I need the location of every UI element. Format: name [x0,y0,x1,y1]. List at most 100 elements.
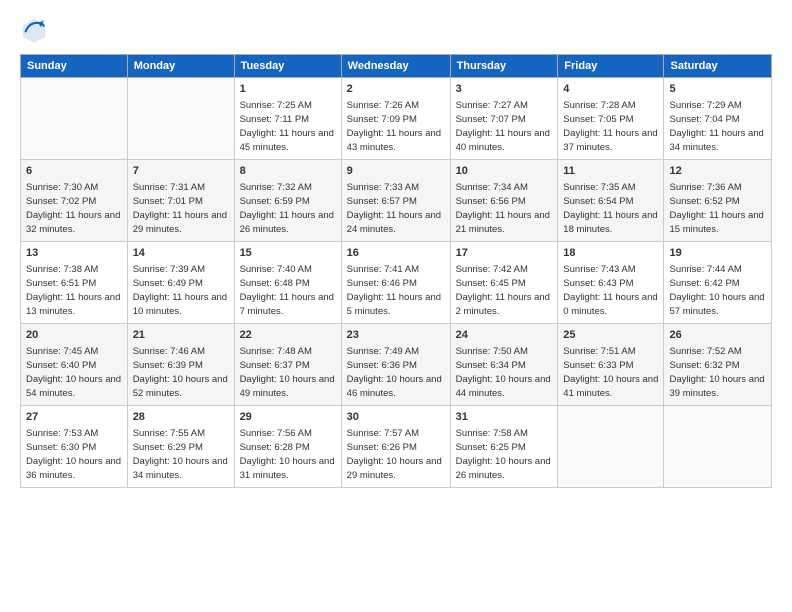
header [20,16,772,44]
calendar-cell: 21 Sunrise: 7:46 AM Sunset: 6:39 PM Dayli… [127,324,234,406]
calendar-cell: 13 Sunrise: 7:38 AM Sunset: 6:51 PM Dayli… [21,242,128,324]
day-number: 25 [563,328,658,343]
logo-icon [20,16,48,44]
day-info: Sunrise: 7:51 AM Sunset: 6:33 PM Dayligh… [563,345,658,400]
day-info: Sunrise: 7:49 AM Sunset: 6:36 PM Dayligh… [347,345,445,400]
calendar-cell [558,406,664,488]
calendar-cell: 5 Sunrise: 7:29 AM Sunset: 7:04 PM Daylig… [664,78,772,160]
calendar-cell: 15 Sunrise: 7:40 AM Sunset: 6:48 PM Dayli… [234,242,341,324]
week-row-3: 20 Sunrise: 7:45 AM Sunset: 6:40 PM Dayli… [21,324,772,406]
day-info: Sunrise: 7:33 AM Sunset: 6:57 PM Dayligh… [347,181,445,236]
calendar-cell: 30Sunrise: 7:57 AM Sunset: 6:26 PM Dayli… [341,406,450,488]
day-info: Sunrise: 7:43 AM Sunset: 6:43 PM Dayligh… [563,263,658,318]
day-number: 5 [669,82,766,97]
page: SundayMondayTuesdayWednesdayThursdayFrid… [0,0,792,500]
day-info: Sunrise: 7:35 AM Sunset: 6:54 PM Dayligh… [563,181,658,236]
calendar-cell: 17Sunrise: 7:42 AM Sunset: 6:45 PM Dayli… [450,242,558,324]
day-info: Sunrise: 7:29 AM Sunset: 7:04 PM Dayligh… [669,99,766,154]
day-number: 12 [669,164,766,179]
calendar-cell: 11 Sunrise: 7:35 AM Sunset: 6:54 PM Dayli… [558,160,664,242]
calendar-cell: 25 Sunrise: 7:51 AM Sunset: 6:33 PM Dayli… [558,324,664,406]
day-number: 31 [456,410,553,425]
day-number: 29 [240,410,336,425]
calendar-cell: 4 Sunrise: 7:28 AM Sunset: 7:05 PM Daylig… [558,78,664,160]
calendar-cell: 1Sunrise: 7:25 AM Sunset: 7:11 PM Daylig… [234,78,341,160]
day-number: 15 [240,246,336,261]
week-row-2: 13 Sunrise: 7:38 AM Sunset: 6:51 PM Dayli… [21,242,772,324]
day-info: Sunrise: 7:34 AM Sunset: 6:56 PM Dayligh… [456,181,553,236]
calendar-cell: 19 Sunrise: 7:44 AM Sunset: 6:42 PM Dayli… [664,242,772,324]
day-info: Sunrise: 7:41 AM Sunset: 6:46 PM Dayligh… [347,263,445,318]
day-header-friday: Friday [558,55,664,78]
day-info: Sunrise: 7:26 AM Sunset: 7:09 PM Dayligh… [347,99,445,154]
day-number: 18 [563,246,658,261]
day-number: 23 [347,328,445,343]
day-number: 13 [26,246,122,261]
day-info: Sunrise: 7:38 AM Sunset: 6:51 PM Dayligh… [26,263,122,318]
calendar-cell: 9Sunrise: 7:33 AM Sunset: 6:57 PM Daylig… [341,160,450,242]
calendar-cell: 27 Sunrise: 7:53 AM Sunset: 6:30 PM Dayli… [21,406,128,488]
day-info: Sunrise: 7:40 AM Sunset: 6:48 PM Dayligh… [240,263,336,318]
day-info: Sunrise: 7:32 AM Sunset: 6:59 PM Dayligh… [240,181,336,236]
day-info: Sunrise: 7:55 AM Sunset: 6:29 PM Dayligh… [133,427,229,482]
day-number: 10 [456,164,553,179]
day-header-wednesday: Wednesday [341,55,450,78]
day-info: Sunrise: 7:52 AM Sunset: 6:32 PM Dayligh… [669,345,766,400]
calendar-cell: 24 Sunrise: 7:50 AM Sunset: 6:34 PM Dayli… [450,324,558,406]
day-info: Sunrise: 7:28 AM Sunset: 7:05 PM Dayligh… [563,99,658,154]
day-number: 19 [669,246,766,261]
calendar-cell [664,406,772,488]
day-number: 24 [456,328,553,343]
day-info: Sunrise: 7:56 AM Sunset: 6:28 PM Dayligh… [240,427,336,482]
day-info: Sunrise: 7:39 AM Sunset: 6:49 PM Dayligh… [133,263,229,318]
day-info: Sunrise: 7:42 AM Sunset: 6:45 PM Dayligh… [456,263,553,318]
day-number: 14 [133,246,229,261]
week-row-1: 6 Sunrise: 7:30 AM Sunset: 7:02 PM Daylig… [21,160,772,242]
day-number: 16 [347,246,445,261]
day-number: 20 [26,328,122,343]
calendar-cell: 26 Sunrise: 7:52 AM Sunset: 6:32 PM Dayli… [664,324,772,406]
day-number: 27 [26,410,122,425]
calendar-cell: 10 Sunrise: 7:34 AM Sunset: 6:56 PM Dayli… [450,160,558,242]
week-row-4: 27 Sunrise: 7:53 AM Sunset: 6:30 PM Dayli… [21,406,772,488]
calendar-cell: 29 Sunrise: 7:56 AM Sunset: 6:28 PM Dayli… [234,406,341,488]
calendar-cell: 20 Sunrise: 7:45 AM Sunset: 6:40 PM Dayli… [21,324,128,406]
day-number: 26 [669,328,766,343]
day-info: Sunrise: 7:25 AM Sunset: 7:11 PM Dayligh… [240,99,336,154]
day-info: Sunrise: 7:58 AM Sunset: 6:25 PM Dayligh… [456,427,553,482]
day-info: Sunrise: 7:48 AM Sunset: 6:37 PM Dayligh… [240,345,336,400]
calendar-cell: 14 Sunrise: 7:39 AM Sunset: 6:49 PM Dayli… [127,242,234,324]
calendar-cell: 8 Sunrise: 7:32 AM Sunset: 6:59 PM Daylig… [234,160,341,242]
calendar-table: SundayMondayTuesdayWednesdayThursdayFrid… [20,54,772,488]
day-info: Sunrise: 7:45 AM Sunset: 6:40 PM Dayligh… [26,345,122,400]
day-number: 3 [456,82,553,97]
day-header-thursday: Thursday [450,55,558,78]
calendar-cell: 18 Sunrise: 7:43 AM Sunset: 6:43 PM Dayli… [558,242,664,324]
day-number: 8 [240,164,336,179]
day-number: 6 [26,164,122,179]
calendar-cell [127,78,234,160]
day-number: 11 [563,164,658,179]
day-info: Sunrise: 7:50 AM Sunset: 6:34 PM Dayligh… [456,345,553,400]
day-info: Sunrise: 7:46 AM Sunset: 6:39 PM Dayligh… [133,345,229,400]
day-info: Sunrise: 7:44 AM Sunset: 6:42 PM Dayligh… [669,263,766,318]
calendar-cell: 28 Sunrise: 7:55 AM Sunset: 6:29 PM Dayli… [127,406,234,488]
day-header-sunday: Sunday [21,55,128,78]
calendar-cell: 16 Sunrise: 7:41 AM Sunset: 6:46 PM Dayli… [341,242,450,324]
week-row-0: 1Sunrise: 7:25 AM Sunset: 7:11 PM Daylig… [21,78,772,160]
day-header-tuesday: Tuesday [234,55,341,78]
day-number: 22 [240,328,336,343]
calendar-cell: 31 Sunrise: 7:58 AM Sunset: 6:25 PM Dayli… [450,406,558,488]
day-number: 4 [563,82,658,97]
day-info: Sunrise: 7:30 AM Sunset: 7:02 PM Dayligh… [26,181,122,236]
header-row: SundayMondayTuesdayWednesdayThursdayFrid… [21,55,772,78]
day-number: 28 [133,410,229,425]
day-info: Sunrise: 7:31 AM Sunset: 7:01 PM Dayligh… [133,181,229,236]
day-number: 30 [347,410,445,425]
calendar-cell: 2 Sunrise: 7:26 AM Sunset: 7:09 PM Daylig… [341,78,450,160]
day-info: Sunrise: 7:27 AM Sunset: 7:07 PM Dayligh… [456,99,553,154]
day-number: 21 [133,328,229,343]
day-header-monday: Monday [127,55,234,78]
day-info: Sunrise: 7:53 AM Sunset: 6:30 PM Dayligh… [26,427,122,482]
day-number: 2 [347,82,445,97]
